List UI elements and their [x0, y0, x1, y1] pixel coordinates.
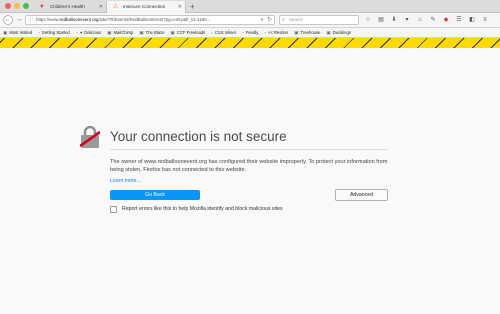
- folder-icon: ▣: [326, 29, 331, 35]
- page-icon: ▫: [75, 30, 78, 35]
- menu-icon[interactable]: ≡: [481, 15, 489, 25]
- address-bar[interactable]: ⓘ https://www.redballoonevent.org/site/T…: [25, 15, 275, 25]
- title-bar: ♥ Children's Health ✕ ⚠ Insecure Connect…: [0, 0, 500, 13]
- folder-icon: ▣: [170, 29, 175, 35]
- search-placeholder: Search: [289, 17, 303, 22]
- learn-more-link[interactable]: Learn more…: [110, 178, 142, 184]
- error-title: Your connection is not secure: [110, 129, 287, 144]
- minimize-window-button[interactable]: [14, 3, 20, 9]
- toolbar-icons: ☆ ▤ ⬇ ▾ ⌂ ✎ ◆ ☰ ◧ ≡: [364, 15, 489, 25]
- warning-icon: ⚠: [113, 4, 119, 10]
- zoom-window-button[interactable]: [23, 3, 29, 9]
- chevron-down-icon[interactable]: ▼: [260, 16, 264, 24]
- bookmark-css-inliner[interactable]: ▫ CSS Inliner: [211, 30, 236, 35]
- sync-icon[interactable]: ☰: [455, 15, 463, 25]
- error-description: The owner of www.redballoonevent.org has…: [110, 159, 388, 173]
- extension-icon[interactable]: ✎: [429, 15, 437, 25]
- red-extension-icon[interactable]: ◆: [442, 15, 450, 25]
- report-errors-label: Report errors like this to help Mozilla …: [122, 206, 283, 212]
- search-icon: ⌕: [282, 17, 285, 23]
- url-host: redballoonevent.org: [59, 17, 99, 22]
- navigation-bar: ← → ⓘ https://www.redballoonevent.org/si…: [0, 13, 500, 28]
- tab-label: Insecure Connection: [123, 4, 166, 9]
- reload-icon[interactable]: ↻: [267, 16, 272, 24]
- bookmarks-icon[interactable]: ▤: [377, 15, 385, 25]
- tab-label: Children's Health: [50, 4, 85, 9]
- bookmark-mailchimp[interactable]: ▣ MailChimp: [107, 30, 133, 36]
- bookmark-feedly[interactable]: ▫ Feedly: [242, 30, 258, 35]
- search-input[interactable]: ⌕ Search: [279, 15, 359, 25]
- pocket-icon[interactable]: ▾: [403, 15, 411, 25]
- library-icon[interactable]: ◧: [468, 15, 476, 25]
- error-page: Your connection is not secure The owner …: [0, 48, 500, 314]
- page-icon: ▫: [264, 30, 266, 35]
- warning-stripe: [0, 38, 500, 48]
- bookmark-ccf-freeloads[interactable]: ▣ CCF Freeloads: [171, 30, 206, 36]
- broken-lock-icon: [80, 126, 100, 148]
- bookmarks-bar: ▣ Most Visited ▫ Getting Started ▫ ✦ Delici…: [0, 28, 500, 38]
- page-icon: ▫: [38, 30, 40, 35]
- bookmark-delicious[interactable]: ▫ ✦ Delicious: [76, 30, 101, 35]
- info-icon[interactable]: ⓘ: [28, 16, 33, 24]
- page-icon: ▫: [242, 30, 244, 35]
- folder-icon: ▣: [139, 29, 144, 35]
- download-icon[interactable]: ⬇: [390, 15, 398, 25]
- close-tab-icon[interactable]: ✕: [99, 1, 103, 13]
- bookmark-treehouse[interactable]: ▣ Treehouse: [294, 30, 320, 36]
- title-divider: [110, 149, 388, 150]
- report-errors-checkbox[interactable]: [110, 206, 117, 213]
- tab-childrens-health[interactable]: ♥ Children's Health ✕: [34, 1, 106, 13]
- advanced-button[interactable]: Advanced: [335, 189, 388, 201]
- bookmark-the-blaze[interactable]: ▣ The Blaze: [139, 30, 164, 36]
- star-icon[interactable]: ☆: [364, 15, 372, 25]
- url-path: /site/TR/Events/RedBalloonEvent?pg=entry…: [98, 17, 211, 22]
- heart-icon: ♥: [40, 4, 44, 10]
- back-button[interactable]: ←: [3, 15, 13, 25]
- folder-icon: ▣: [294, 29, 299, 35]
- folder-icon: ▣: [3, 29, 8, 35]
- bookmark-ducklings[interactable]: ▣ Ducklings: [326, 30, 351, 36]
- close-tab-icon[interactable]: ✕: [178, 1, 182, 13]
- forward-button[interactable]: →: [14, 15, 24, 25]
- folder-icon: ▣: [107, 29, 112, 35]
- url-prefix: https://www.: [36, 17, 60, 22]
- page-icon: ▫: [211, 30, 213, 35]
- home-icon[interactable]: ⌂: [416, 15, 424, 25]
- tab-insecure-connection[interactable]: ⚠ Insecure Connection ✕: [106, 1, 186, 13]
- bookmark-most-visited[interactable]: ▣ Most Visited: [3, 30, 32, 36]
- close-window-button[interactable]: [5, 3, 11, 9]
- new-tab-button[interactable]: +: [190, 1, 195, 13]
- bookmark-resizer[interactable]: ▫ << Resizer: [264, 30, 288, 35]
- bookmark-getting-started[interactable]: ▫ Getting Started: [38, 30, 70, 35]
- go-back-button[interactable]: Go Back: [110, 190, 200, 200]
